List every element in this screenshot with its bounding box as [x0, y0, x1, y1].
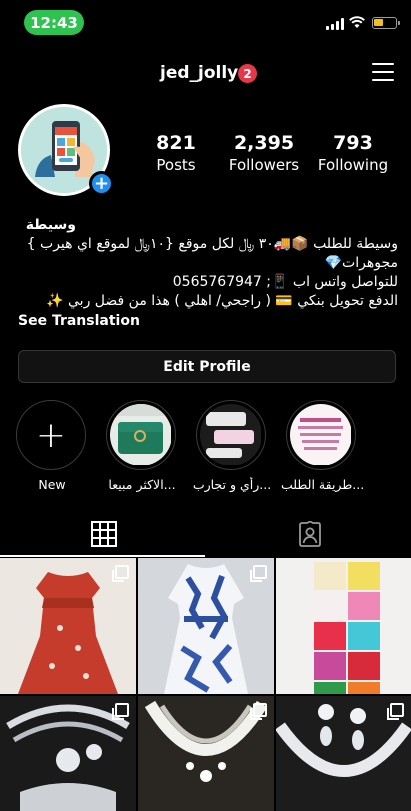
status-bar: 12:43 — [0, 0, 411, 44]
highlight-thumb-order — [290, 404, 352, 466]
following-label: Following — [317, 156, 389, 174]
stat-followers[interactable]: 2,395 Followers — [226, 132, 302, 174]
multiple-photos-icon — [387, 703, 404, 720]
grid-post-red-dress[interactable] — [0, 558, 136, 694]
highlight-new-label: New — [38, 477, 66, 492]
battery-icon — [372, 17, 397, 29]
grid-post-blue-dress[interactable] — [138, 558, 274, 694]
grid-post-diamond-necklace[interactable] — [138, 696, 274, 811]
active-tab-indicator — [0, 555, 205, 557]
posts-count: 821 — [156, 132, 196, 154]
highlight-new[interactable]: + New — [16, 400, 88, 492]
highlight-thumb-reviews — [200, 404, 262, 466]
multiple-photos-icon — [250, 565, 267, 582]
bio-name: وسيطة — [25, 217, 76, 233]
hamburger-menu-icon[interactable] — [372, 63, 394, 81]
highlight-how-to-order-label: طريقة الطلب... — [281, 477, 363, 492]
grid-post-diamond-set[interactable] — [0, 696, 136, 811]
status-time[interactable]: 12:43 — [24, 10, 84, 35]
bio-line-1: وسيطة للطلب 📦🚚٣٠ ﷼ لكل موقع {١٠﷼ لموقع ا… — [26, 236, 398, 252]
satin-swatches-photo — [276, 558, 411, 694]
profile-header: jed_jolly 2 — [0, 56, 411, 92]
battery-cap — [398, 21, 400, 25]
highlight-thumb-green-bag — [110, 404, 172, 466]
username-title[interactable]: jed_jolly — [160, 63, 238, 83]
add-story-button[interactable]: + — [89, 171, 114, 196]
stat-following[interactable]: 793 Following — [316, 132, 390, 174]
edit-profile-button[interactable]: Edit Profile — [18, 350, 396, 383]
plus-icon: + — [35, 414, 67, 456]
highlight-best-sellers[interactable]: الاكثر مبيعا... — [106, 400, 178, 492]
profile-tabs — [0, 514, 411, 558]
wifi-icon — [349, 16, 365, 28]
highlight-reviews[interactable]: رأي و تجارب... — [193, 400, 271, 492]
highlight-how-to-order[interactable]: طريقة الطلب... — [281, 400, 363, 492]
highlight-how-to-order-circle — [286, 400, 356, 470]
bio-line-4: الدفع تحويل بنكي 💳 ( راجحي/ اهلي ) هذا م… — [46, 293, 398, 309]
highlight-reviews-label: رأي و تجارب... — [192, 477, 272, 492]
grid-icon[interactable] — [91, 521, 117, 547]
notification-badge[interactable]: 2 — [238, 64, 257, 83]
bio-line-2: مجوهرات💎 — [324, 255, 398, 271]
grid-post-diamond-earrings[interactable] — [276, 696, 411, 811]
highlight-best-sellers-label: الاكثر مبيعا... — [108, 477, 176, 492]
see-translation-link[interactable]: See Translation — [18, 312, 398, 331]
followers-count: 2,395 — [233, 132, 295, 154]
tagged-icon[interactable] — [297, 521, 323, 547]
highlight-reviews-circle — [196, 400, 266, 470]
multiple-photos-icon — [112, 703, 129, 720]
multiple-photos-icon — [112, 565, 129, 582]
multiple-photos-icon — [250, 703, 267, 720]
posts-label: Posts — [156, 156, 196, 174]
highlight-new-circle: + — [16, 400, 86, 470]
bio-line-3[interactable]: للتواصل واتس اب 📱; 0565767947 — [18, 273, 398, 292]
following-count: 793 — [333, 132, 373, 154]
signal-icon — [326, 18, 344, 30]
grid-post-satin-swatches[interactable] — [276, 558, 411, 694]
followers-label: Followers — [228, 156, 300, 174]
stat-posts[interactable]: 821 Posts — [148, 132, 204, 174]
profile-bio: وسيطة وسيطة للطلب 📦🚚٣٠ ﷼ لكل موقع {١٠﷼ ل… — [18, 216, 398, 331]
highlight-best-sellers-circle — [106, 400, 176, 470]
